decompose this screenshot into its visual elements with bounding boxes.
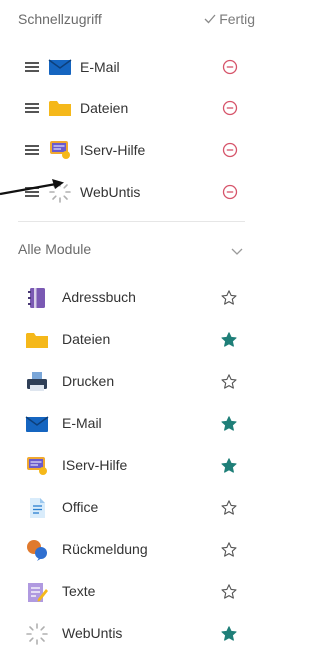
help-icon bbox=[27, 457, 47, 475]
webuntis-icon bbox=[26, 623, 48, 645]
section-divider bbox=[18, 221, 245, 222]
quick-access-item-email[interactable]: E-Mail bbox=[0, 47, 263, 87]
star-filled-icon[interactable] bbox=[220, 415, 238, 433]
quick-access-item-label: E-Mail bbox=[80, 59, 120, 75]
module-item-label: Rückmeldung bbox=[62, 541, 148, 557]
remove-circle-icon[interactable] bbox=[221, 58, 239, 76]
quick-access-item-webuntis[interactable]: WebUntis bbox=[0, 172, 263, 212]
quick-access-header: Schnellzugriff Fertig bbox=[0, 0, 263, 44]
drag-handle-icon[interactable] bbox=[25, 61, 39, 73]
quick-access-panel: Schnellzugriff Fertig E-Mail Dateien ISe… bbox=[0, 0, 263, 645]
folder-icon bbox=[49, 101, 71, 116]
help-icon bbox=[50, 141, 70, 159]
texts-icon bbox=[28, 583, 48, 602]
star-filled-icon[interactable] bbox=[220, 625, 238, 643]
module-item-label: Dateien bbox=[62, 331, 111, 347]
quick-access-item-label: IServ-Hilfe bbox=[80, 142, 146, 158]
mail-icon bbox=[25, 416, 49, 432]
module-item-label: IServ-Hilfe bbox=[62, 457, 128, 473]
mail-icon bbox=[48, 59, 72, 75]
drag-handle-icon[interactable] bbox=[25, 186, 39, 198]
module-item-addressbook[interactable]: Adressbuch bbox=[0, 278, 263, 318]
all-modules-header: Alle Module bbox=[0, 236, 263, 266]
module-item-label: E-Mail bbox=[62, 415, 102, 431]
printer-icon bbox=[27, 372, 47, 391]
star-outline-icon[interactable] bbox=[220, 289, 238, 307]
checkmark-icon bbox=[204, 14, 216, 24]
quick-access-title: Schnellzugriff bbox=[18, 11, 102, 27]
office-icon bbox=[30, 498, 45, 518]
module-item-label: Office bbox=[62, 499, 99, 515]
quick-access-item-files[interactable]: Dateien bbox=[0, 88, 263, 128]
addressbook-icon bbox=[28, 288, 45, 308]
module-item-label: Texte bbox=[62, 583, 96, 599]
module-item-feedback[interactable]: Rückmeldung bbox=[0, 530, 263, 570]
star-outline-icon[interactable] bbox=[220, 499, 238, 517]
star-outline-icon[interactable] bbox=[220, 373, 238, 391]
chevron-down-icon[interactable] bbox=[230, 244, 244, 258]
module-item-print[interactable]: Drucken bbox=[0, 362, 263, 402]
remove-circle-icon[interactable] bbox=[221, 99, 239, 117]
done-button-label: Fertig bbox=[219, 11, 255, 27]
module-item-label: WebUntis bbox=[62, 625, 123, 641]
module-item-email[interactable]: E-Mail bbox=[0, 404, 263, 444]
quick-access-item-help[interactable]: IServ-Hilfe bbox=[0, 130, 263, 170]
quick-access-item-label: Dateien bbox=[80, 100, 129, 116]
module-item-texts[interactable]: Texte bbox=[0, 572, 263, 612]
star-outline-icon[interactable] bbox=[220, 583, 238, 601]
done-button[interactable]: Fertig bbox=[204, 11, 255, 27]
star-filled-icon[interactable] bbox=[220, 457, 238, 475]
module-item-label: Adressbuch bbox=[62, 289, 136, 305]
module-item-label: Drucken bbox=[62, 373, 115, 389]
webuntis-icon bbox=[49, 181, 71, 203]
quick-access-item-label: WebUntis bbox=[80, 184, 141, 200]
folder-icon bbox=[26, 333, 48, 348]
star-filled-icon[interactable] bbox=[220, 331, 238, 349]
module-item-help[interactable]: IServ-Hilfe bbox=[0, 446, 263, 486]
module-item-files[interactable]: Dateien bbox=[0, 320, 263, 360]
feedback-icon bbox=[27, 540, 47, 561]
module-item-webuntis[interactable]: WebUntis bbox=[0, 614, 263, 645]
drag-handle-icon[interactable] bbox=[25, 144, 39, 156]
star-outline-icon[interactable] bbox=[220, 541, 238, 559]
all-modules-title: Alle Module bbox=[18, 241, 92, 257]
remove-circle-icon[interactable] bbox=[221, 141, 239, 159]
remove-circle-icon[interactable] bbox=[221, 183, 239, 201]
module-item-office[interactable]: Office bbox=[0, 488, 263, 528]
drag-handle-icon[interactable] bbox=[25, 102, 39, 114]
